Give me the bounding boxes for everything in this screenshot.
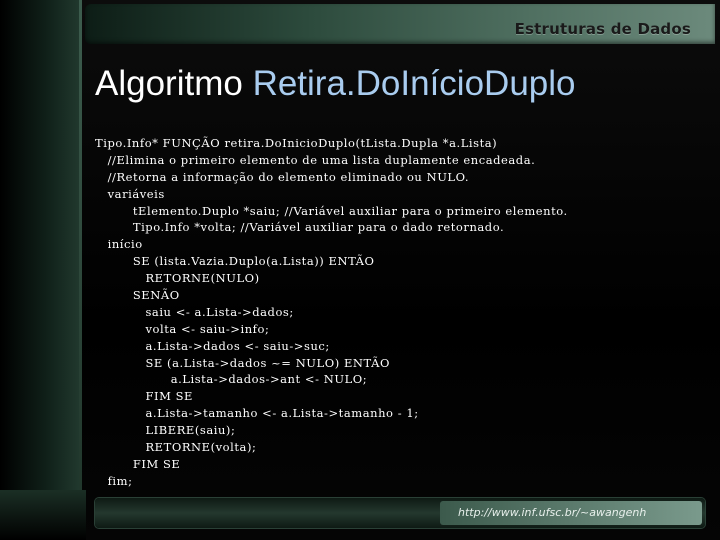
code-line: variáveis [95,186,165,201]
header-title: Estruturas de Dados [514,20,691,38]
code-line: RETORNE(NULO) [95,271,260,286]
code-line: FIM SE [95,456,181,471]
code-line: SE (lista.Vazia.Duplo(a.Lista)) ENTÃO [95,254,375,269]
code-line: a.Lista->dados->ant <- NULO; [95,372,368,387]
code-line: Tipo.Info *volta; //Variável auxiliar pa… [95,220,505,235]
code-line: //Retorna a informação do elemento elimi… [95,169,470,184]
code-line: fim; [95,473,133,488]
code-line: a.Lista->dados <- saiu->suc; [95,338,330,353]
code-line: //Elimina o primeiro elemento de uma lis… [95,152,536,167]
footer-url: http://www.inf.ufsc.br/~awangenh [458,506,647,519]
slide-title: Algoritmo Retira.DoInícioDuplo [95,64,576,104]
code-line: tElemento.Duplo *saiu; //Variável auxili… [95,203,568,218]
code-line: SE (a.Lista->dados ~= NULO) ENTÃO [95,355,390,370]
slide-title-plain: Algoritmo [95,64,253,103]
code-line: a.Lista->tamanho <- a.Lista->tamanho - 1… [95,406,419,421]
code-block: Tipo.Info* FUNÇÃO retira.DoInicioDuplo(t… [95,135,700,490]
code-line: RETORNE(volta); [95,440,257,455]
code-line: volta <- saiu->info; [95,321,270,336]
left-decorative-band [0,0,82,540]
code-line: saiu <- a.Lista->dados; [95,304,294,319]
code-line: FIM SE [95,389,193,404]
code-line: início [95,237,143,252]
slide-title-accent: Retira.DoInícioDuplo [252,64,576,103]
bottom-left-corner [0,490,86,540]
header-band: Estruturas de Dados [85,4,715,44]
code-line: LIBERE(saiu); [95,423,236,438]
code-line: SENÃO [95,288,180,303]
code-line: Tipo.Info* FUNÇÃO retira.DoInicioDuplo(t… [95,136,498,150]
